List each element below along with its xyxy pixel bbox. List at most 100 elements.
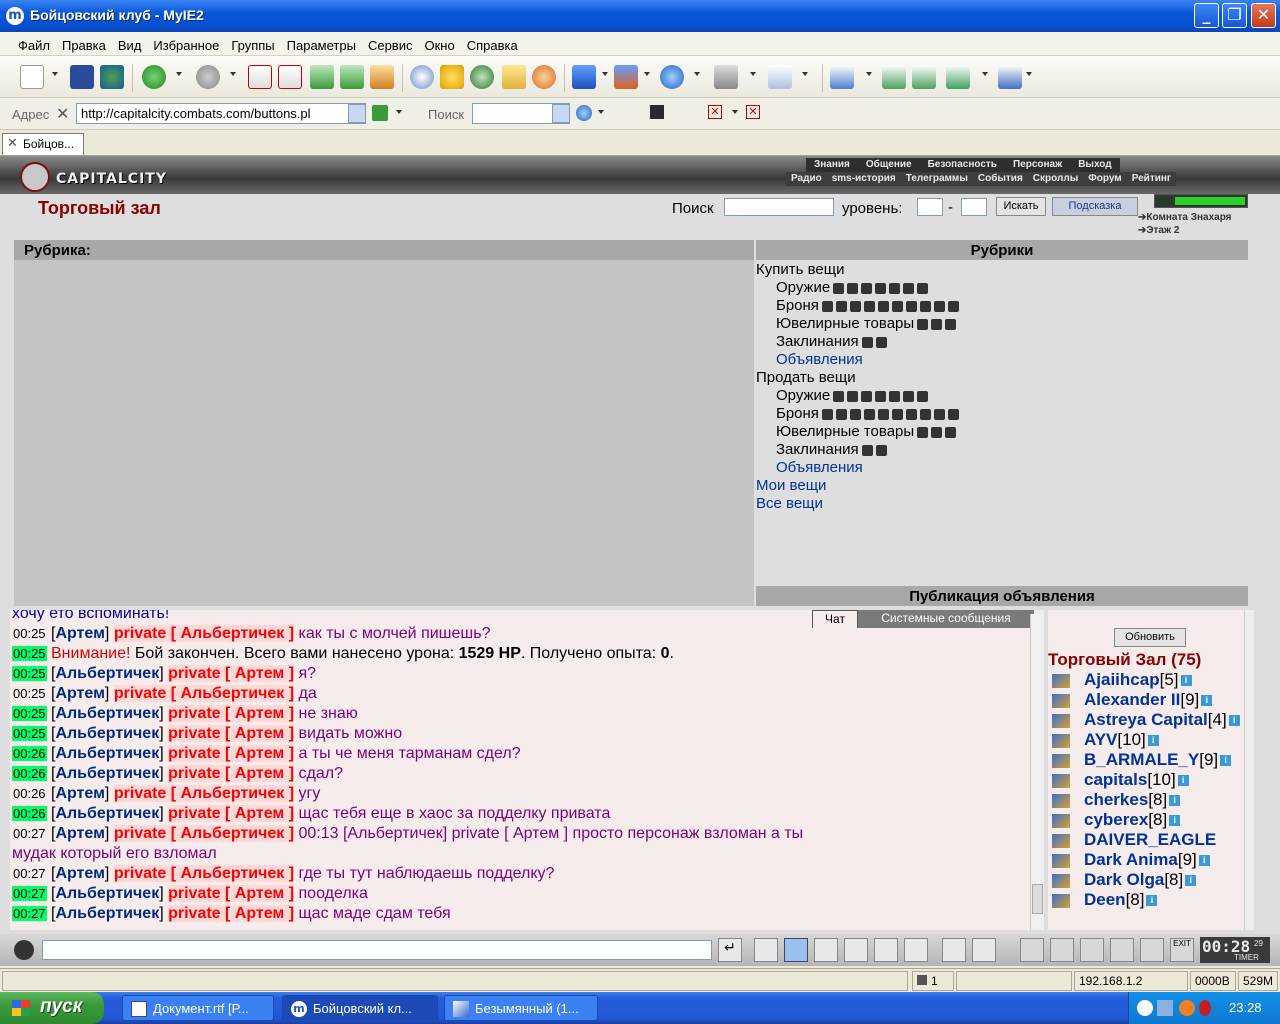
history-icon[interactable] (470, 65, 494, 89)
chat-private-tag[interactable]: private [ Альбертичек ] (113, 825, 295, 842)
task-browser[interactable]: m Бойцовский кл... (282, 995, 438, 1021)
user-item[interactable]: cherkes[8] i (1052, 790, 1181, 810)
globe-save-icon[interactable] (100, 65, 124, 89)
chat-private-tag[interactable]: private [ Альбертичек ] (113, 785, 295, 802)
save-page-icon[interactable] (650, 105, 664, 119)
web-globe-icon[interactable] (660, 65, 684, 89)
refresh-all-icon[interactable] (340, 65, 364, 89)
user-info-icon[interactable]: i (1180, 675, 1192, 687)
user-status-icon[interactable] (1052, 813, 1070, 828)
buy-ads-link[interactable]: Объявления (776, 351, 863, 368)
level-max-input[interactable] (961, 198, 987, 216)
sell-armor[interactable]: Броня (776, 405, 959, 422)
user-info-icon[interactable]: i (1198, 855, 1210, 867)
skill-icon[interactable] (1110, 938, 1134, 962)
user-item[interactable]: Ajaiihcap[5] i (1052, 670, 1192, 690)
nav-sms[interactable]: sms-история (827, 172, 901, 185)
room-link-floor[interactable]: ➔Этаж 2 (1138, 225, 1179, 236)
chat-private-tag[interactable]: private [ Альбертичек ] (113, 625, 295, 642)
save-log-icon[interactable] (814, 938, 838, 962)
chat-private-tag[interactable]: private [ Альбертичек ] (113, 865, 295, 882)
inventory-icon[interactable] (1020, 938, 1044, 962)
search-engine-icon[interactable] (576, 105, 592, 121)
nav-communication[interactable]: Общение (858, 158, 920, 171)
close-all-icon[interactable]: ✕ (746, 105, 760, 119)
hint-button[interactable]: Подсказка (1052, 197, 1138, 216)
user-item[interactable]: Dark Anima[9] i (1052, 850, 1210, 870)
level-min-input[interactable] (917, 198, 943, 216)
all-items-link[interactable]: Все вещи (756, 495, 823, 512)
tray-network-icon[interactable] (1157, 1000, 1173, 1016)
menu-file[interactable]: Файл (12, 32, 56, 53)
maximize-button[interactable]: ❐ (1222, 3, 1247, 28)
user-item[interactable]: Astreya Capital[4] i (1052, 710, 1240, 730)
buy-armor[interactable]: Броня (776, 297, 959, 314)
close-button[interactable]: ✕ (1251, 3, 1276, 28)
user-item[interactable]: Deen[8] i (1052, 890, 1158, 910)
nav-radio[interactable]: Радио (786, 172, 827, 185)
tab-system-messages[interactable]: Системные сообщения (858, 610, 1034, 628)
chat-sender[interactable]: Альбертичек (55, 725, 159, 742)
smiley-icon[interactable] (14, 940, 34, 960)
close-tab-icon[interactable]: ✕ (708, 105, 722, 119)
address-dropdown[interactable] (348, 104, 366, 123)
nav-character[interactable]: Персонаж (1005, 158, 1070, 171)
user-info-icon[interactable]: i (1201, 695, 1213, 707)
window-icon[interactable] (882, 65, 906, 89)
go-icon[interactable] (372, 105, 388, 121)
user-status-icon[interactable] (1052, 673, 1070, 688)
download-icon[interactable] (946, 65, 970, 89)
chat-sender[interactable]: Альбертичек (55, 905, 159, 922)
sell-ads-link[interactable]: Объявления (776, 459, 863, 476)
clan-icon[interactable] (1080, 938, 1104, 962)
filter-icon[interactable] (784, 938, 808, 962)
buy-spells[interactable]: Заклинания (776, 333, 887, 350)
mail-icon[interactable] (768, 65, 792, 89)
tile-icon[interactable] (998, 65, 1022, 89)
nav-events[interactable]: События (973, 172, 1028, 185)
tray-browser-icon[interactable] (1137, 1000, 1153, 1016)
user-info-icon[interactable]: i (1185, 875, 1197, 887)
chat-private-tag[interactable]: private [ Альбертичек ] (113, 685, 295, 702)
room-link-healer[interactable]: ➔Комната Знахаря (1138, 212, 1232, 223)
user-status-icon[interactable] (1052, 873, 1070, 888)
tab-bojtsovskij[interactable]: ✕ Бойцов... (2, 133, 84, 155)
nav-rating[interactable]: Рейтинг (1127, 172, 1176, 185)
publish-ad-header[interactable]: Публикация объявления (756, 586, 1248, 606)
menu-groups[interactable]: Группы (225, 32, 280, 53)
forward-icon[interactable] (196, 65, 220, 89)
menu-view[interactable]: Вид (112, 32, 148, 53)
home-icon[interactable] (370, 65, 394, 89)
nav-forum[interactable]: Форум (1083, 172, 1126, 185)
user-status-icon[interactable] (1052, 713, 1070, 728)
search-icon[interactable] (410, 65, 434, 89)
sound-icon[interactable] (904, 938, 928, 962)
sell-spells[interactable]: Заклинания (776, 441, 887, 458)
tab-chat[interactable]: Чат (812, 610, 858, 628)
fraction-icon[interactable] (874, 938, 898, 962)
user-info-icon[interactable]: i (1220, 755, 1232, 767)
new-page-icon[interactable] (20, 65, 44, 89)
user-info-icon[interactable]: i (1169, 795, 1181, 807)
chat-sender[interactable]: Альбертичек (55, 805, 159, 822)
chat-sender[interactable]: Артем (55, 785, 104, 802)
refresh-button[interactable]: Обновить (1114, 628, 1186, 647)
user-status-icon[interactable] (1052, 753, 1070, 768)
user-status-icon[interactable] (1052, 793, 1070, 808)
user-status-icon[interactable] (1052, 733, 1070, 748)
nav-security[interactable]: Безопасность (920, 158, 1005, 171)
font-icon[interactable] (572, 65, 596, 89)
fight-icon[interactable] (844, 938, 868, 962)
chat-sender[interactable]: Альбертичек (55, 765, 159, 782)
undo-close-icon[interactable] (830, 65, 854, 89)
nav-telegrams[interactable]: Телеграммы (901, 172, 973, 185)
refresh-icon[interactable] (310, 65, 334, 89)
chat-private-tag[interactable]: private [ Артем ] (168, 885, 295, 902)
user-item[interactable]: cyberex[8] i (1052, 810, 1181, 830)
chat-private-tag[interactable]: private [ Артем ] (168, 705, 295, 722)
user-status-icon[interactable] (1052, 853, 1070, 868)
menu-favorites[interactable]: Избранное (147, 32, 225, 53)
menu-options[interactable]: Параметры (281, 32, 362, 53)
user-info-icon[interactable]: i (1177, 775, 1189, 787)
search-button[interactable]: Искать (996, 197, 1046, 216)
